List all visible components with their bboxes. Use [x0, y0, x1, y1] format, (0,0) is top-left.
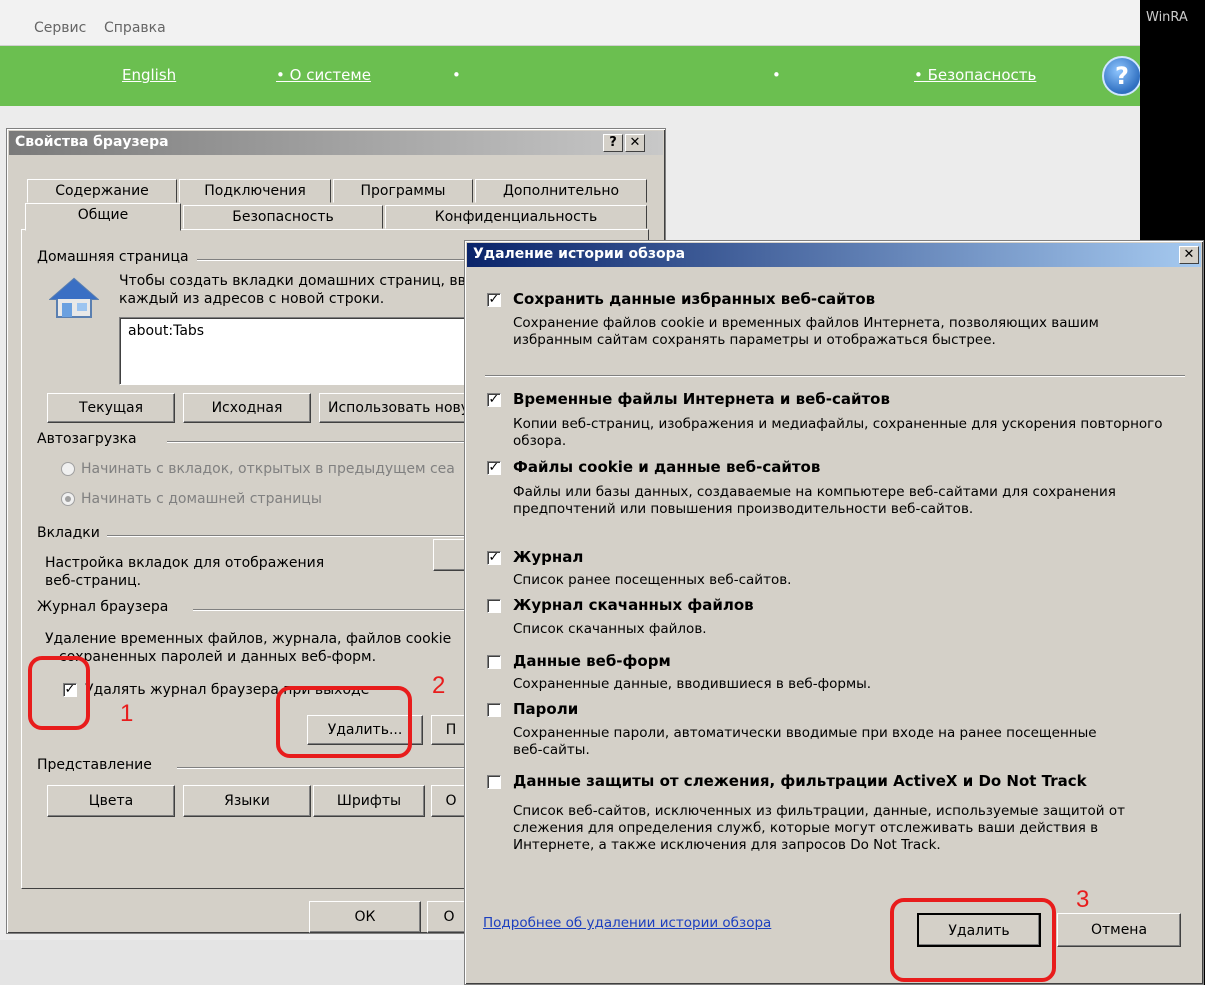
- learn-more-link[interactable]: Подробнее об удалении истории обзора: [483, 915, 771, 931]
- colors-button[interactable]: Цвета: [47, 785, 175, 817]
- cancel-button[interactable]: Отмена: [1057, 913, 1181, 947]
- tabs-group-label: Вкладки: [37, 525, 106, 541]
- tracking-protection-title: Данные защиты от слежения, фильтрации Ac…: [513, 772, 1087, 790]
- nav-english[interactable]: English: [122, 66, 176, 84]
- nav-bar: English • О системе • • • Безопасность: [0, 46, 1140, 106]
- tab-content[interactable]: Содержание: [27, 179, 177, 203]
- download-history-checkbox[interactable]: [487, 599, 501, 613]
- close-button[interactable]: ✕: [625, 134, 645, 152]
- dialog-titlebar: Удаление истории обзора: [467, 243, 1201, 267]
- cookies-checkbox[interactable]: ✓: [487, 461, 501, 475]
- temp-files-desc-2: обзора.: [513, 433, 567, 449]
- delete-history-dialog: Удаление истории обзора ✕ ✓ Сохранить да…: [464, 240, 1204, 985]
- close-button[interactable]: ✕: [1179, 246, 1199, 264]
- cookies-desc-1: Файлы или базы данных, создаваемые на ко…: [513, 484, 1116, 500]
- temp-files-title: Временные файлы Интернета и веб-сайтов: [513, 390, 890, 408]
- startup-option-previous: Начинать с вкладок, открытых в предыдуще…: [81, 461, 455, 477]
- annotation-number-1: 1: [120, 700, 134, 727]
- form-data-desc-1: Сохраненные данные, вводившиеся в веб-фо…: [513, 676, 872, 692]
- home-icon: [48, 275, 100, 321]
- fonts-button[interactable]: Шрифты: [313, 785, 425, 817]
- annotation-number-3: 3: [1076, 886, 1090, 913]
- cookies-title: Файлы cookie и данные веб-сайтов: [513, 458, 821, 476]
- history-title: Журнал: [513, 548, 584, 566]
- home-group-label: Домашняя страница: [37, 249, 195, 265]
- preserve-favorites-title: Сохранить данные избранных веб-сайтов: [513, 290, 876, 308]
- temp-files-checkbox[interactable]: ✓: [487, 393, 501, 407]
- startup-option-home: Начинать с домашней страницы: [81, 491, 322, 507]
- history-description-2: сохраненных паролей и данных веб-форм.: [59, 649, 377, 665]
- tracking-protection-desc-2: слежения для определения служб, которые …: [513, 820, 1099, 836]
- history-group-label: Журнал браузера: [37, 599, 175, 615]
- tab-security[interactable]: Безопасность: [183, 205, 383, 229]
- menu-bar: Сервис Справка: [0, 0, 1140, 46]
- nav-dot: •: [772, 66, 781, 84]
- tab-connections[interactable]: Подключения: [179, 179, 331, 203]
- passwords-desc-1: Сохраненные пароли, автоматически вводим…: [513, 725, 1097, 741]
- tracking-protection-desc-3: Интернете, а также исключения для запрос…: [513, 837, 941, 853]
- tab-advanced[interactable]: Дополнительно: [475, 179, 647, 203]
- tabs-description-1: Настройка вкладок для отображения: [45, 555, 325, 571]
- download-history-title: Журнал скачанных файлов: [513, 596, 754, 614]
- languages-button[interactable]: Языки: [183, 785, 311, 817]
- history-description-1: Удаление временных файлов, журнала, файл…: [45, 631, 452, 647]
- help-button[interactable]: ?: [603, 134, 623, 152]
- form-data-checkbox[interactable]: [487, 655, 501, 669]
- menu-help[interactable]: Справка: [104, 20, 166, 36]
- page-background: [0, 940, 470, 985]
- tabs-description-2: веб-страниц.: [45, 573, 142, 589]
- dialog-titlebar: Свойства браузера: [9, 131, 663, 155]
- cookies-desc-2: предпочтений или повышения производитель…: [513, 501, 974, 517]
- startup-radio-home[interactable]: [61, 492, 75, 506]
- menu-service[interactable]: Сервис: [34, 20, 86, 36]
- annotation-number-2: 2: [432, 672, 446, 699]
- tab-programs[interactable]: Программы: [333, 179, 473, 203]
- current-button[interactable]: Текущая: [47, 393, 175, 423]
- ok-button[interactable]: ОК: [309, 901, 421, 933]
- use-new-tab-button[interactable]: Использовать нову: [319, 393, 469, 423]
- tracking-protection-checkbox[interactable]: [487, 775, 501, 789]
- history-checkbox[interactable]: ✓: [487, 551, 501, 565]
- help-icon[interactable]: ?: [1102, 56, 1142, 96]
- divider: [485, 375, 1185, 377]
- history-desc-1: Список ранее посещенных веб-сайтов.: [513, 572, 792, 588]
- winrar-title: WinRA: [1146, 10, 1188, 25]
- passwords-desc-2: веб-сайты.: [513, 742, 590, 758]
- passwords-checkbox[interactable]: [487, 703, 501, 717]
- nav-dot: •: [452, 66, 461, 84]
- dialog-title: Удаление истории обзора: [473, 246, 686, 262]
- startup-group-label: Автозагрузка: [37, 431, 143, 447]
- nav-security[interactable]: • Безопасность: [914, 66, 1036, 84]
- annotation-box-1: [28, 656, 90, 730]
- annotation-box-3: [890, 898, 1056, 982]
- passwords-title: Пароли: [513, 700, 579, 718]
- preserve-favorites-checkbox[interactable]: ✓: [487, 293, 501, 307]
- form-data-title: Данные веб-форм: [513, 652, 671, 670]
- temp-files-desc-1: Копии веб-страниц, изображения и медиафа…: [513, 416, 1163, 432]
- startup-radio-previous[interactable]: [61, 462, 75, 476]
- dialog-title: Свойства браузера: [15, 134, 169, 150]
- home-page-textarea[interactable]: about:Tabs: [119, 317, 469, 385]
- tab-privacy[interactable]: Конфиденциальность: [385, 205, 647, 229]
- view-group-label: Представление: [37, 757, 158, 773]
- preserve-favorites-desc-2: избранным сайтам сохранять параметры и о…: [513, 332, 996, 348]
- home-description-2: каждый из адресов с новой строки.: [119, 291, 385, 307]
- download-history-desc-1: Список скачанных файлов.: [513, 621, 707, 637]
- preserve-favorites-desc-1: Сохранение файлов cookie и временных фай…: [513, 315, 1099, 331]
- default-button[interactable]: Исходная: [183, 393, 311, 423]
- nav-about[interactable]: • О системе: [276, 66, 371, 84]
- home-description-1: Чтобы создать вкладки домашних страниц, …: [119, 273, 466, 289]
- annotation-box-2: [276, 686, 412, 758]
- tracking-protection-desc-1: Список веб-сайтов, исключенных из фильтр…: [513, 803, 1125, 819]
- tab-general[interactable]: Общие: [25, 203, 181, 231]
